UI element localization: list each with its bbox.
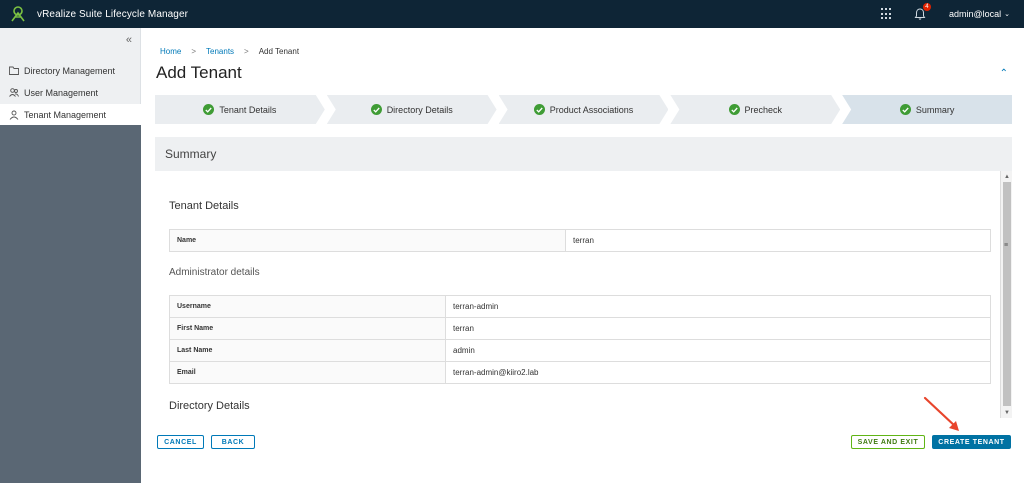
chevron-down-icon: ⌄ [1004, 11, 1010, 18]
sidebar-item-label: Directory Management [24, 65, 116, 76]
table-row: First Name terran [169, 317, 991, 340]
tenant-details-title: Tenant Details [169, 200, 239, 212]
check-circle-icon [371, 104, 382, 115]
check-circle-icon [899, 104, 911, 115]
breadcrumb-separator: > [244, 47, 249, 56]
breadcrumb: Home > Tenants > Add Tenant [160, 47, 299, 56]
main-content: Home > Tenants > Add Tenant Add Tenant ⌃… [141, 28, 1024, 483]
notifications-bell-icon[interactable]: 4 [913, 3, 931, 21]
table-key: Name [169, 229, 566, 252]
sidebar-item-label: User Management [24, 87, 99, 98]
tenant-details-table: Name terran [169, 229, 991, 252]
step-label: Directory Details [386, 104, 453, 115]
table-value: terran-admin@kiiro2.lab [445, 361, 991, 384]
directory-details-title: Directory Details [169, 400, 250, 412]
app-title: vRealize Suite Lifecycle Manager [37, 8, 189, 20]
vrealize-logo-icon [7, 3, 29, 25]
save-and-exit-button[interactable]: SAVE AND EXIT [851, 435, 925, 449]
page-title: Add Tenant [156, 63, 242, 82]
wizard-stepper: Tenant Details Directory Details Product… [155, 95, 1012, 124]
sidebar-item-user-management[interactable]: User Management [0, 82, 141, 103]
create-tenant-button[interactable]: CREATE TENANT [932, 435, 1011, 449]
table-value: admin [445, 339, 991, 362]
scroll-up-arrow-icon[interactable]: ▲ [1001, 171, 1012, 182]
step-summary[interactable]: Summary [842, 95, 1012, 124]
sidebar-item-directory-management[interactable]: Directory Management [0, 60, 141, 81]
administrator-details-title: Administrator details [169, 267, 260, 278]
sidebar-item-label: Tenant Management [24, 109, 107, 120]
table-row: Email terran-admin@kiiro2.lab [169, 361, 991, 384]
collapse-up-icon[interactable]: ⌃ [1000, 68, 1008, 79]
table-row: Last Name admin [169, 339, 991, 362]
step-label: Product Associations [549, 104, 634, 115]
step-label: Tenant Details [219, 104, 277, 115]
scroll-down-arrow-icon[interactable]: ▼ [1001, 407, 1012, 418]
scroll-grip-icon: ≡ [1004, 242, 1009, 249]
summary-header: Summary [155, 137, 1012, 171]
breadcrumb-current: Add Tenant [258, 47, 300, 56]
check-circle-icon [534, 104, 545, 115]
scrollbar-thumb[interactable] [1003, 182, 1011, 406]
step-precheck[interactable]: Precheck [670, 95, 840, 124]
summary-panel[interactable]: Tenant Details Name terran Administrator… [155, 171, 1012, 418]
step-label: Summary [915, 104, 955, 115]
folder-icon [9, 66, 19, 76]
annotation-arrow-icon [923, 396, 959, 431]
step-tenant-details[interactable]: Tenant Details [155, 95, 325, 124]
step-directory-details[interactable]: Directory Details [327, 95, 497, 124]
cancel-button[interactable]: CANCEL [157, 435, 204, 449]
table-value: terran [445, 317, 991, 340]
table-row: Name terran [169, 229, 991, 252]
breadcrumb-separator: > [191, 47, 197, 56]
check-circle-icon [729, 104, 740, 115]
back-button[interactable]: BACK [211, 435, 255, 449]
collapse-sidebar-icon[interactable]: « [126, 34, 132, 46]
table-key: Email [169, 361, 446, 384]
table-value: terran-admin [445, 295, 991, 318]
table-key: Last Name [169, 339, 446, 362]
user-menu[interactable]: admin@local ⌄ [949, 9, 1010, 19]
step-product-associations[interactable]: Product Associations [499, 95, 669, 124]
table-row: Username terran-admin [169, 295, 991, 318]
breadcrumb-tenants-link[interactable]: Tenants [206, 47, 234, 56]
notification-count-badge: 4 [922, 3, 931, 11]
breadcrumb-home-link[interactable]: Home [160, 47, 181, 56]
sidebar-item-tenant-management[interactable]: Tenant Management [0, 104, 141, 125]
table-key: Username [169, 295, 446, 318]
user-name: admin@local [948, 9, 1002, 19]
check-circle-icon [203, 104, 214, 115]
summary-scrollbar[interactable]: ▲ ≡ ▼ [1000, 171, 1012, 418]
table-key: First Name [169, 317, 446, 340]
tenant-icon [9, 110, 19, 120]
top-header: vRealize Suite Lifecycle Manager 4 admin… [0, 0, 1024, 28]
users-icon [9, 88, 19, 98]
app-switcher-icon[interactable] [880, 8, 893, 20]
administrator-details-table: Username terran-admin First Name terran … [169, 295, 991, 384]
table-value: terran [565, 229, 991, 252]
step-label: Precheck [744, 104, 783, 115]
